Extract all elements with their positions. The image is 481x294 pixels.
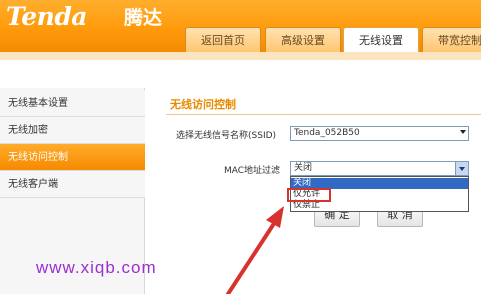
chevron-down-icon	[459, 167, 465, 171]
header-bar: Tenda 腾达 返回首页 高级设置 无线设置 带宽控制	[0, 0, 481, 52]
mac-filter-value: 关闭	[294, 163, 313, 173]
tab-advanced[interactable]: 高级设置	[265, 27, 341, 52]
mac-filter-select[interactable]: 关闭	[290, 161, 469, 176]
dropdown-button[interactable]	[455, 162, 468, 175]
watermark-text: www.xiqb.com	[36, 258, 157, 277]
sidebar-item-access-control[interactable]: 无线访问控制	[0, 144, 145, 171]
tab-bandwidth[interactable]: 带宽控制	[422, 27, 481, 52]
header-band	[0, 52, 481, 60]
sidebar-item-wireless-clients[interactable]: 无线客户端	[0, 171, 145, 198]
page-title: 无线访问控制	[170, 98, 236, 111]
chevron-down-icon	[460, 130, 466, 134]
main-panel: 无线访问控制 选择无线信号名称(SSID) Tenda_052B50 MAC地址…	[146, 60, 481, 294]
sidebar-item-wireless-basic[interactable]: 无线基本设置	[0, 90, 145, 117]
tab-home[interactable]: 返回首页	[185, 27, 261, 52]
annotation-highlight-box	[287, 188, 331, 202]
ssid-label: 选择无线信号名称(SSID)	[176, 131, 277, 141]
ssid-value: Tenda_052B50	[294, 128, 360, 138]
tab-wireless[interactable]: 无线设置	[343, 27, 419, 52]
tenda-logo-cn: 腾达	[124, 7, 163, 29]
sidebar-top	[0, 60, 145, 88]
tenda-logo: Tenda	[6, 2, 88, 31]
ssid-select[interactable]: Tenda_052B50	[290, 126, 469, 141]
top-tabs: 返回首页 高级设置 无线设置 带宽控制	[185, 27, 481, 52]
title-divider	[166, 114, 481, 115]
mac-filter-label: MAC地址过滤	[224, 166, 281, 176]
sidebar-item-wireless-security[interactable]: 无线加密	[0, 117, 145, 144]
